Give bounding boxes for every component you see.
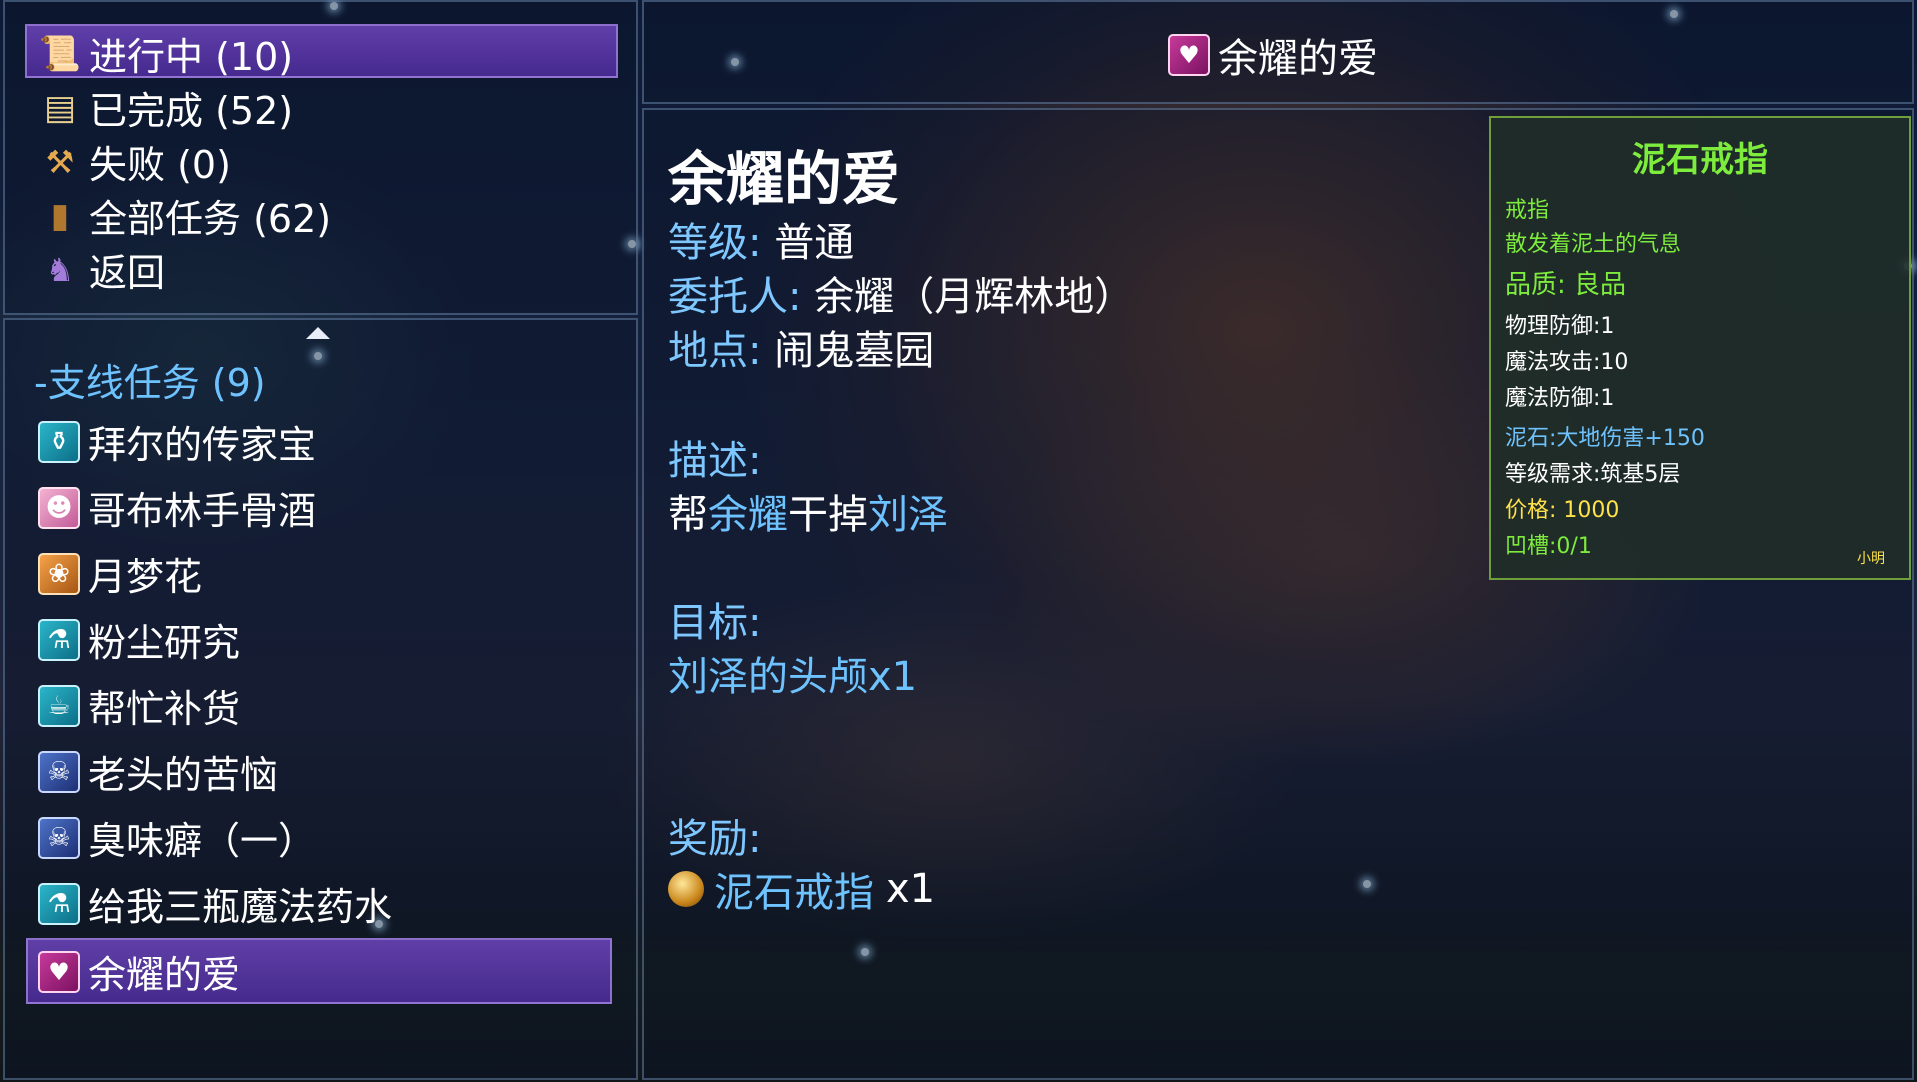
menu-item-all-quests[interactable]: ▮ 全部任务 (62) xyxy=(39,188,331,243)
scroll-icon: 📜 xyxy=(38,33,82,74)
parchment-icon: ▤ xyxy=(43,87,77,128)
menu-item-in-progress[interactable]: 📜 进行中 (10) xyxy=(39,26,293,81)
back-figure-icon: ♞ xyxy=(45,250,75,289)
skull-icon: ☠ xyxy=(38,816,80,859)
quest-item[interactable]: ☻ 哥布林手骨酒 xyxy=(38,480,316,535)
tooltip-author-mark: 小明 xyxy=(1857,551,1885,567)
quest-item-label: 帮忙补货 xyxy=(88,687,241,731)
quest-item-label: 臭味癖（一） xyxy=(88,819,317,863)
description-segment: 干掉 xyxy=(788,492,868,538)
goal-value: 刘泽的头颅x1 xyxy=(668,654,918,700)
book-icon: ▮ xyxy=(50,195,70,236)
potion-icon: ⚱ xyxy=(38,420,80,463)
torch-icon: ⚒ xyxy=(45,142,75,181)
quest-item[interactable]: ⚗ 给我三瓶魔法药水 xyxy=(38,876,392,931)
goal-label: 目标: xyxy=(668,600,762,646)
tooltip-gem-bonus: 泥石:大地伤害+150 xyxy=(1505,426,1705,451)
quest-level: 等级: 普通 xyxy=(668,210,854,268)
description-label: 描述: xyxy=(668,438,762,484)
location-value: 闹鬼墓园 xyxy=(774,328,935,374)
ring-icon xyxy=(668,871,704,907)
menu-item-label: 失败 (0) xyxy=(89,143,231,187)
flask-icon: ⚗ xyxy=(38,618,80,661)
quest-client: 委托人: 余耀（月辉林地） xyxy=(668,264,1134,322)
menu-item-label: 进行中 (10) xyxy=(89,35,294,79)
quest-item-label: 给我三瓶魔法药水 xyxy=(88,885,393,929)
pink-creature-icon: ☻ xyxy=(38,486,80,529)
tooltip-quality: 品质: 良品 xyxy=(1505,270,1627,300)
quest-item[interactable]: ❀ 月梦花 xyxy=(38,546,202,601)
quest-item[interactable]: ☠ 老头的苦恼 xyxy=(38,744,278,799)
quest-item-selected[interactable]: ♥ 余耀的爱 xyxy=(38,944,240,999)
menu-item-failed[interactable]: ⚒ 失败 (0) xyxy=(39,134,231,189)
menu-item-completed[interactable]: ▤ 已完成 (52) xyxy=(39,80,293,135)
description-segment: 帮 xyxy=(668,492,708,538)
quest-category-header[interactable]: -支线任务 (9) xyxy=(34,352,266,407)
quest-item[interactable]: ⚗ 粉尘研究 xyxy=(38,612,240,667)
tooltip-item-type: 戒指 xyxy=(1505,198,1550,223)
tooltip-price: 价格: 1000 xyxy=(1505,498,1620,523)
quest-item[interactable]: ☠ 臭味癖（一） xyxy=(38,810,316,865)
quest-detail-title: 余耀的爱 xyxy=(668,145,901,213)
item-tooltip: 泥石戒指 戒指 散发着泥土的气息 品质: 良品 物理防御:1 魔法攻击:10 魔… xyxy=(1489,116,1911,580)
reward-quantity: x1 xyxy=(886,866,936,912)
tooltip-socket-slots: 凹槽:0/1 xyxy=(1505,534,1592,559)
quest-header-title: ♥ 余耀的爱 xyxy=(1168,26,1378,84)
heart-icon: ♥ xyxy=(1168,34,1210,76)
quest-item-label: 拜尔的传家宝 xyxy=(88,423,317,467)
tooltip-requirement: 等级需求:筑基5层 xyxy=(1505,462,1681,487)
menu-item-back[interactable]: ♞ 返回 xyxy=(39,242,165,297)
quest-location: 地点: 闹鬼墓园 xyxy=(668,318,934,376)
client-label: 委托人: xyxy=(668,274,802,320)
tooltip-stat: 魔法防御:1 xyxy=(1505,386,1615,411)
tooltip-item-name: 泥石戒指 xyxy=(1632,140,1768,180)
description-name-highlight: 刘泽 xyxy=(868,492,948,538)
quest-item-label: 老头的苦恼 xyxy=(88,753,279,797)
client-value: 余耀（月辉林地） xyxy=(814,274,1135,320)
tooltip-flavor-text: 散发着泥土的气息 xyxy=(1505,232,1682,257)
reward-label: 奖励: xyxy=(668,816,762,862)
reward-item[interactable]: 泥石戒指 x1 xyxy=(668,860,935,918)
quest-item-label: 粉尘研究 xyxy=(88,621,241,665)
level-label: 等级: xyxy=(668,220,762,266)
quest-header-label: 余耀的爱 xyxy=(1218,36,1378,82)
quest-item[interactable]: ☕ 帮忙补货 xyxy=(38,678,240,733)
scroll-up-arrow-icon[interactable] xyxy=(306,327,330,339)
flask-icon: ⚗ xyxy=(38,882,80,925)
quest-item[interactable]: ⚱ 拜尔的传家宝 xyxy=(38,414,316,469)
skull-icon: ☠ xyxy=(38,750,80,793)
tooltip-stat: 魔法攻击:10 xyxy=(1505,350,1629,375)
menu-item-label: 返回 xyxy=(89,251,166,295)
status-menu-panel: 📜 进行中 (10) ▤ 已完成 (52) ⚒ 失败 (0) ▮ 全部任务 (6… xyxy=(3,0,638,315)
moonflower-icon: ❀ xyxy=(38,552,80,595)
tooltip-stat: 物理防御:1 xyxy=(1505,314,1615,339)
quest-item-label: 哥布林手骨酒 xyxy=(88,489,317,533)
heart-icon: ♥ xyxy=(38,950,80,993)
level-value: 普通 xyxy=(774,220,855,266)
description-name-highlight: 余耀 xyxy=(708,492,788,538)
menu-item-label: 已完成 (52) xyxy=(89,89,294,133)
teapot-icon: ☕ xyxy=(38,684,80,727)
description-text: 帮余耀干掉刘泽 xyxy=(668,482,948,540)
quest-item-label: 余耀的爱 xyxy=(88,953,241,997)
menu-item-label: 全部任务 (62) xyxy=(89,197,332,241)
quest-item-label: 月梦花 xyxy=(88,555,203,599)
reward-name: 泥石戒指 xyxy=(714,870,874,916)
location-label: 地点: xyxy=(668,328,762,374)
